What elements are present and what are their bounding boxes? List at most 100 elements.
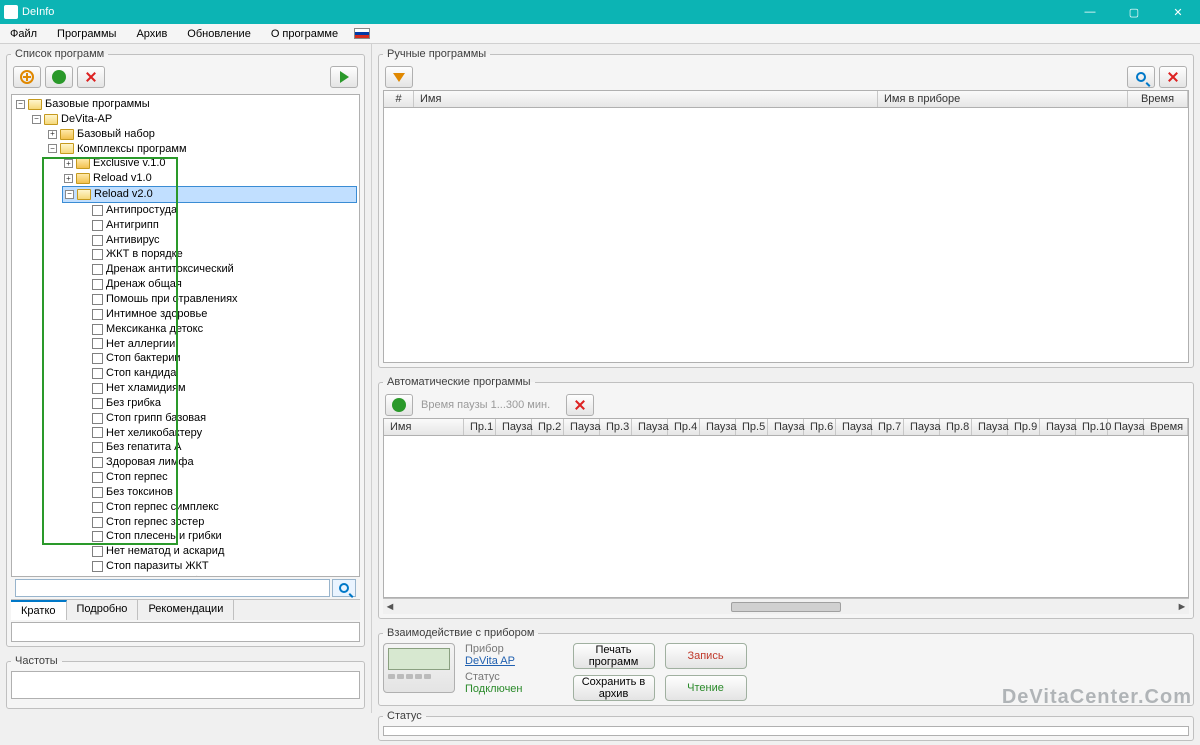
tree-program[interactable]: Нет аллергии — [78, 337, 357, 352]
tab-brief[interactable]: Кратко — [11, 600, 67, 620]
checkbox[interactable] — [92, 338, 103, 349]
close-button[interactable]: ✕ — [1156, 0, 1200, 24]
tree-program[interactable]: ЖКТ в порядке — [78, 247, 357, 262]
checkbox[interactable] — [92, 249, 103, 260]
checkbox[interactable] — [92, 413, 103, 424]
col-num[interactable]: # — [384, 91, 414, 107]
tree-devita[interactable]: −DeVita-AP — [30, 112, 357, 127]
tree-program[interactable]: Без гепатита А — [78, 440, 357, 455]
tree-program[interactable]: Нет хламидиям — [78, 381, 357, 396]
checkbox[interactable] — [92, 294, 103, 305]
tree-complexes[interactable]: −Комплексы программ — [46, 142, 357, 157]
col-pr3[interactable]: Пр.3 — [600, 419, 632, 435]
auto-hscroll[interactable]: ◄► — [383, 598, 1189, 614]
col-pr10[interactable]: Пр.10 — [1076, 419, 1108, 435]
tree-base-set[interactable]: +Базовый набор — [46, 127, 357, 142]
checkbox[interactable] — [92, 309, 103, 320]
tree-program[interactable]: Нет нематод и аскарид — [78, 544, 357, 559]
col-pause4[interactable]: Пауза — [700, 419, 736, 435]
col-pr9[interactable]: Пр.9 — [1008, 419, 1040, 435]
checkbox[interactable] — [92, 472, 103, 483]
checkbox[interactable] — [92, 368, 103, 379]
checkbox[interactable] — [92, 235, 103, 246]
col-pause7[interactable]: Пауза — [904, 419, 940, 435]
tree-program[interactable]: Без токсинов — [78, 485, 357, 500]
col-pause9[interactable]: Пауза — [1040, 419, 1076, 435]
col-pr2[interactable]: Пр.2 — [532, 419, 564, 435]
print-button[interactable]: Печать программ — [573, 643, 655, 669]
col-name[interactable]: Имя — [414, 91, 878, 107]
tab-detailed[interactable]: Подробно — [67, 600, 139, 620]
tree-program[interactable]: Стоп бактерии — [78, 351, 357, 366]
col-pause10[interactable]: Пауза — [1108, 419, 1144, 435]
search-input[interactable] — [15, 579, 330, 597]
tree-folder-selected[interactable]: −Reload v2.0 — [62, 186, 357, 203]
checkbox[interactable] — [92, 442, 103, 453]
menu-programs[interactable]: Программы — [47, 28, 126, 40]
manual-delete-button[interactable] — [1159, 66, 1187, 88]
tree-program[interactable]: Стоп паразиты ЖКТ — [78, 559, 357, 574]
col-pause5[interactable]: Пауза — [768, 419, 804, 435]
forward-button[interactable] — [330, 66, 358, 88]
col-pr1[interactable]: Пр.1 — [464, 419, 496, 435]
col-pr7[interactable]: Пр.7 — [872, 419, 904, 435]
tree-program[interactable]: Стоп герпес — [78, 470, 357, 485]
col-pause6[interactable]: Пауза — [836, 419, 872, 435]
checkbox[interactable] — [92, 457, 103, 468]
col-pr8[interactable]: Пр.8 — [940, 419, 972, 435]
tree-program[interactable]: Антипростуда — [78, 203, 357, 218]
tree-program[interactable]: Стоп герпес зостер — [78, 515, 357, 530]
read-button[interactable]: Чтение — [665, 675, 747, 701]
checkbox[interactable] — [92, 324, 103, 335]
tree-program[interactable]: Интимное здоровье — [78, 307, 357, 322]
maximize-button[interactable]: ▢ — [1112, 0, 1156, 24]
checkbox[interactable] — [92, 531, 103, 542]
tree-root-node[interactable]: −Базовые программы — [14, 97, 357, 112]
program-tree[interactable]: −Базовые программы−DeVita-AP+Базовый наб… — [12, 95, 359, 577]
manual-search-button[interactable] — [1127, 66, 1155, 88]
checkbox[interactable] — [92, 427, 103, 438]
tree-folder[interactable]: +Reload v1.0 — [62, 171, 357, 186]
col-time[interactable]: Время — [1128, 91, 1188, 107]
col-time[interactable]: Время — [1144, 419, 1188, 435]
col-pr5[interactable]: Пр.5 — [736, 419, 768, 435]
tree-program[interactable]: Стоп грипп базовая — [78, 411, 357, 426]
tree-program[interactable]: Стоп плесень и грибки — [78, 529, 357, 544]
tree-program[interactable]: Мексиканка детокс — [78, 322, 357, 337]
tree-program[interactable]: Дренаж антитоксический — [78, 262, 357, 277]
checkbox[interactable] — [92, 383, 103, 394]
tab-recs[interactable]: Рекомендации — [138, 600, 234, 620]
menu-archive[interactable]: Архив — [126, 28, 177, 40]
col-pause1[interactable]: Пауза — [496, 419, 532, 435]
new-folder-button[interactable] — [13, 66, 41, 88]
checkbox[interactable] — [92, 220, 103, 231]
search-button[interactable] — [332, 579, 356, 597]
checkbox[interactable] — [92, 517, 103, 528]
col-pause2[interactable]: Пауза — [564, 419, 600, 435]
menu-about[interactable]: О программе — [261, 28, 348, 40]
minimize-button[interactable]: — — [1068, 0, 1112, 24]
checkbox[interactable] — [92, 205, 103, 216]
auto-add-button[interactable] — [385, 394, 413, 416]
add-button[interactable] — [45, 66, 73, 88]
delete-button[interactable] — [77, 66, 105, 88]
tree-program[interactable]: Стоп кандида — [78, 366, 357, 381]
tree-program[interactable]: Стоп герпес симплекс — [78, 500, 357, 515]
col-name[interactable]: Имя — [384, 419, 464, 435]
tree-program[interactable]: Здоровая лимфа — [78, 455, 357, 470]
tree-program[interactable]: Нет хеликобактеру — [78, 426, 357, 441]
checkbox[interactable] — [92, 264, 103, 275]
col-pause3[interactable]: Пауза — [632, 419, 668, 435]
manual-down-button[interactable] — [385, 66, 413, 88]
tree-folder[interactable]: +Exclusive v.1.0 — [62, 156, 357, 171]
tree-program[interactable]: Помошь при отравлениях — [78, 292, 357, 307]
tree-program[interactable]: Антивирус — [78, 233, 357, 248]
device-name-link[interactable]: DeVita AP — [465, 655, 515, 667]
flag-ru-icon[interactable] — [354, 28, 370, 39]
checkbox[interactable] — [92, 561, 103, 572]
save-archive-button[interactable]: Сохранить в архив — [573, 675, 655, 701]
tree-program[interactable]: Дренаж общая — [78, 277, 357, 292]
checkbox[interactable] — [92, 487, 103, 498]
tree-program[interactable]: Стоп паразиты общая — [78, 574, 357, 577]
checkbox[interactable] — [92, 353, 103, 364]
